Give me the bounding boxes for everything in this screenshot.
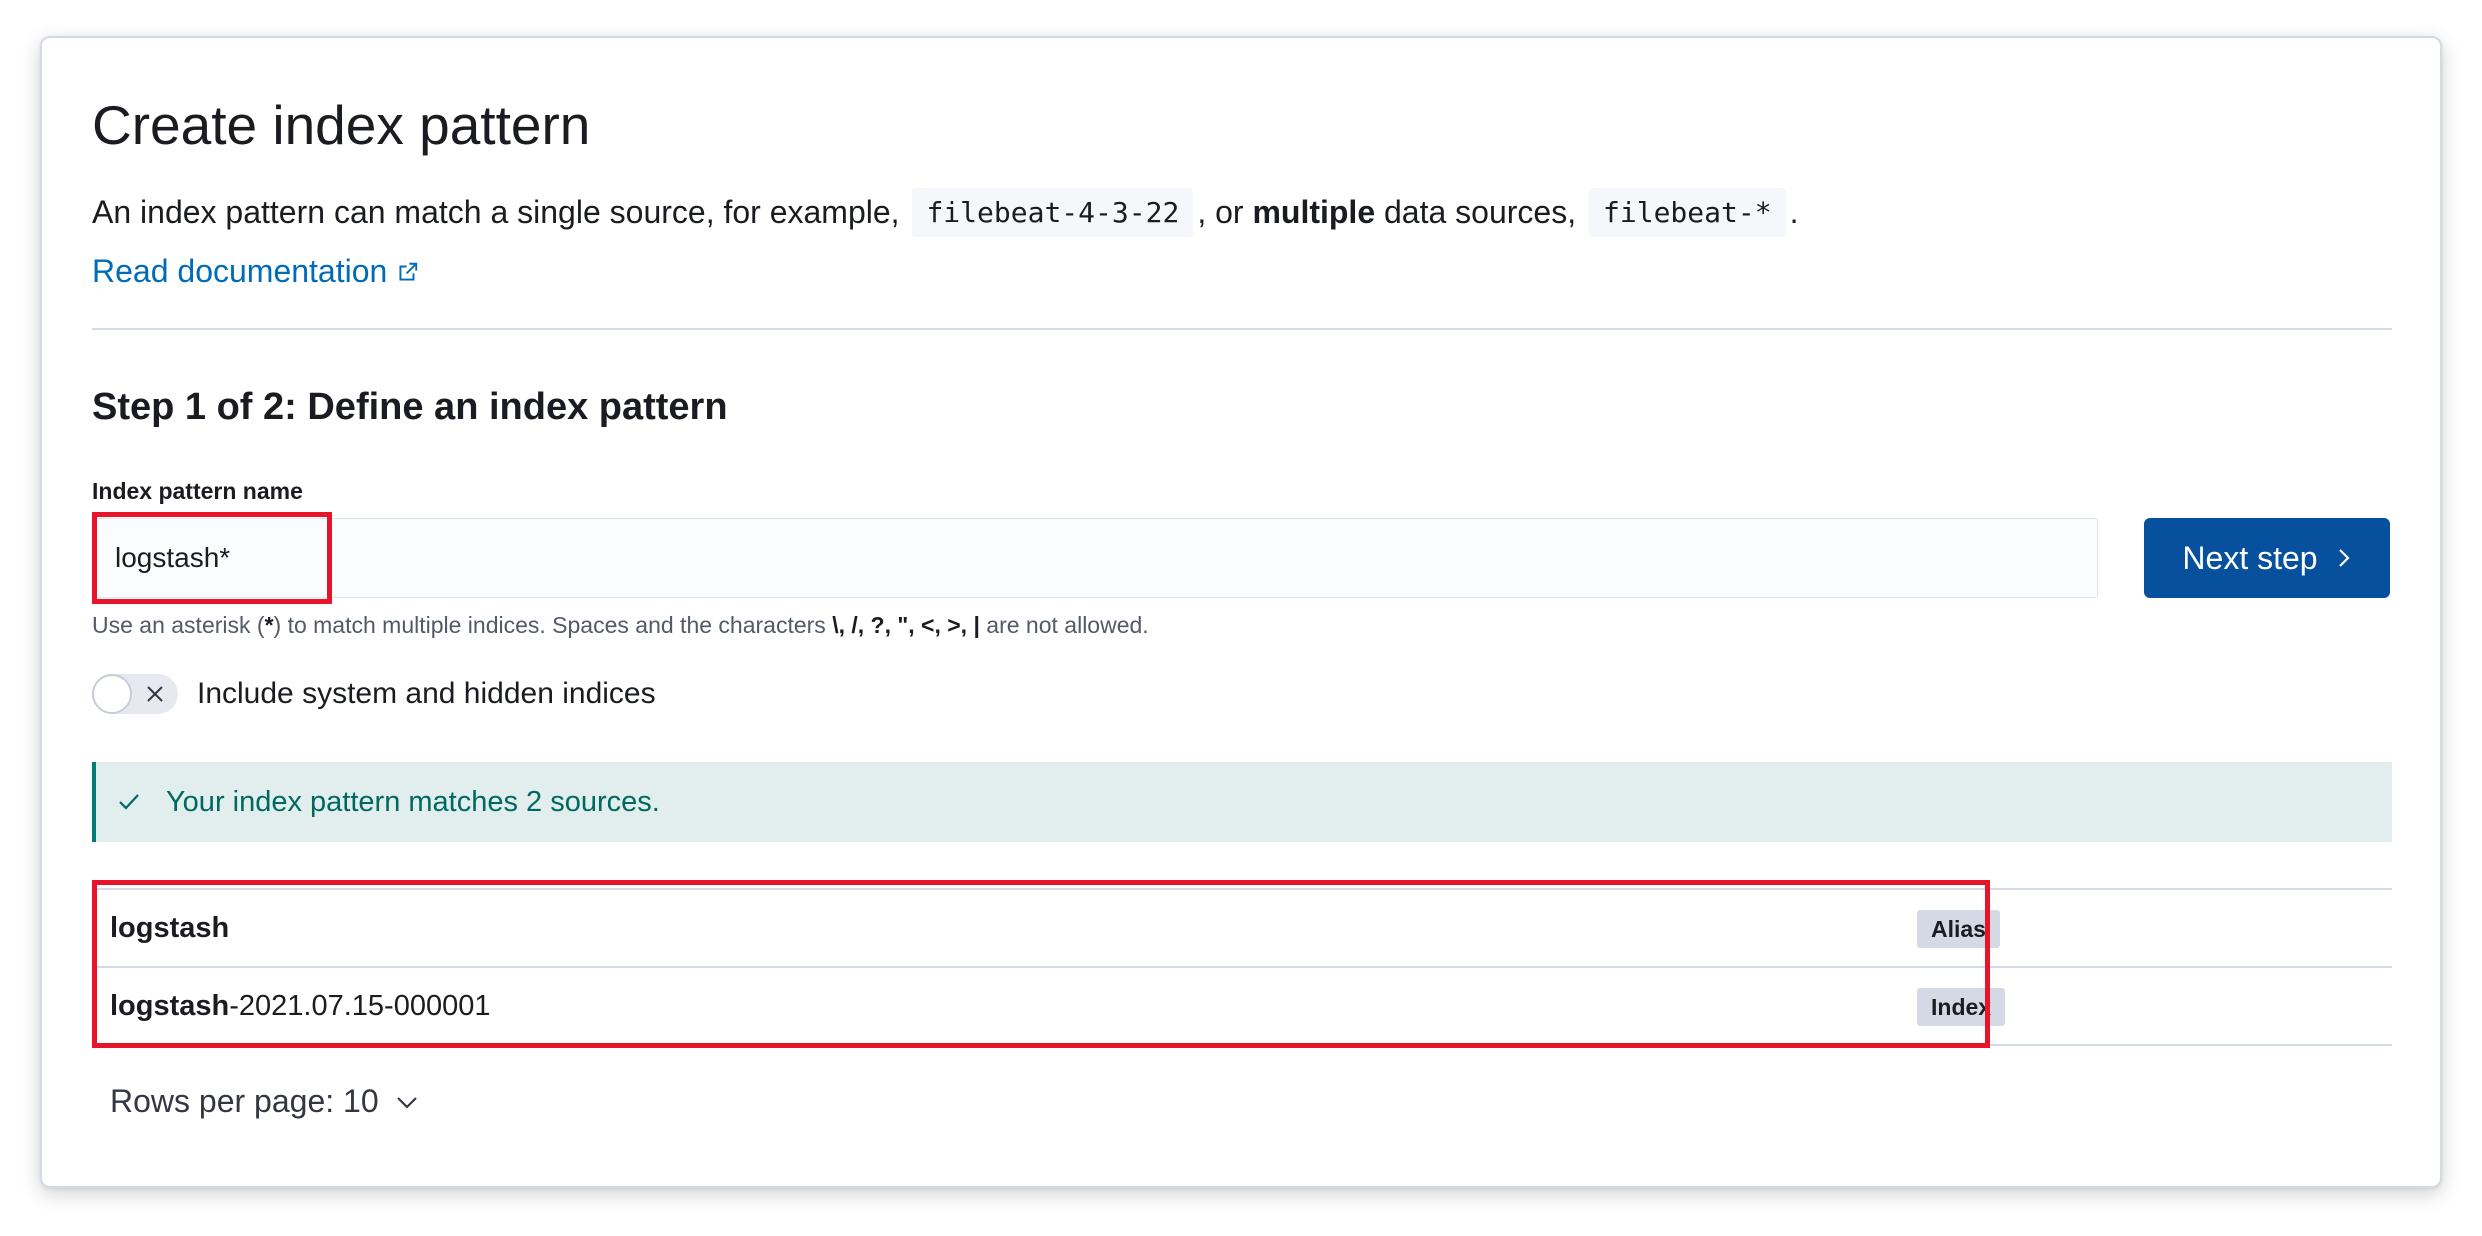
example-multiple-sources: filebeat-* bbox=[1589, 188, 1786, 237]
index-pattern-input-wrapper bbox=[92, 518, 2098, 598]
help-forbidden-chars: \, /, ?, ", <, >, | bbox=[832, 612, 980, 638]
match-message: Your index pattern matches 2 sources. bbox=[166, 785, 660, 818]
chevron-down-icon bbox=[396, 1096, 417, 1109]
hidden-indices-label: Include system and hidden indices bbox=[197, 677, 656, 710]
source-name-bold: logstash bbox=[110, 911, 230, 944]
hidden-indices-toggle[interactable] bbox=[92, 674, 178, 714]
description-middle: , or bbox=[1197, 194, 1244, 230]
read-documentation-link[interactable]: Read documentation bbox=[92, 253, 419, 290]
step-title: Step 1 of 2: Define an index pattern bbox=[92, 386, 728, 428]
example-single-source: filebeat-4-3-22 bbox=[912, 188, 1194, 237]
matching-sources-table: logstash Alias logstash-2021.07.15-00000… bbox=[92, 888, 2392, 1046]
table-row: logstash Alias bbox=[92, 888, 2392, 966]
external-link-icon bbox=[399, 262, 418, 281]
description-prefix: An index pattern can match a single sour… bbox=[92, 194, 900, 230]
help-prefix: Use an asterisk ( bbox=[92, 612, 265, 638]
section-divider bbox=[92, 328, 2392, 330]
read-documentation-label: Read documentation bbox=[92, 253, 388, 289]
help-middle: ) to match multiple indices. Spaces and … bbox=[273, 612, 826, 638]
create-index-pattern-panel: Create index pattern An index pattern ca… bbox=[40, 36, 2442, 1188]
cross-icon bbox=[147, 686, 163, 702]
source-name: logstash-2021.07.15-000001 bbox=[110, 990, 490, 1023]
rows-per-page-label: Rows per page: 10 bbox=[110, 1083, 379, 1119]
page-title: Create index pattern bbox=[92, 94, 591, 156]
rows-per-page-selector[interactable]: Rows per page: 10 bbox=[110, 1083, 419, 1120]
chevron-right-icon bbox=[2338, 549, 2350, 567]
page-description: An index pattern can match a single sour… bbox=[92, 188, 1798, 237]
description-suffix: . bbox=[1789, 194, 1799, 230]
index-pattern-name-label: Index pattern name bbox=[92, 478, 303, 504]
source-name: logstash bbox=[110, 912, 229, 945]
input-help-text: Use an asterisk (*) to match multiple in… bbox=[92, 612, 1149, 639]
source-type-badge: Index bbox=[1917, 988, 2006, 1026]
description-bold: multiple bbox=[1252, 194, 1376, 230]
source-name-rest: -2021.07.15-000001 bbox=[229, 989, 491, 1022]
index-pattern-name-input[interactable] bbox=[93, 519, 2097, 597]
source-type-badge: Alias bbox=[1917, 910, 2000, 948]
next-step-label: Next step bbox=[2182, 539, 2318, 576]
check-icon bbox=[119, 794, 139, 810]
toggle-knob bbox=[92, 674, 132, 714]
help-asterisk: * bbox=[264, 612, 274, 638]
source-name-bold: logstash bbox=[110, 989, 230, 1022]
help-suffix: are not allowed. bbox=[986, 612, 1149, 638]
table-row: logstash-2021.07.15-000001 Index bbox=[92, 966, 2392, 1046]
description-middle-after: data sources, bbox=[1384, 194, 1577, 230]
match-success-callout: Your index pattern matches 2 sources. bbox=[92, 762, 2392, 842]
next-step-button[interactable]: Next step bbox=[2144, 518, 2390, 598]
